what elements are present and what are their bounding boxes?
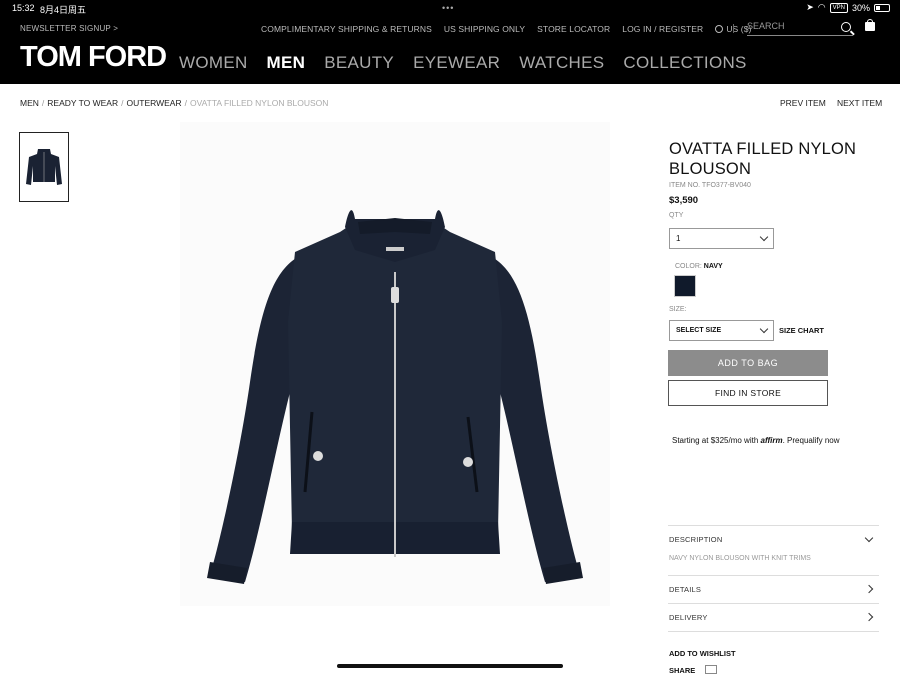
- prev-item-link[interactable]: PREV ITEM: [780, 98, 826, 108]
- size-label: SIZE:: [669, 306, 687, 313]
- wifi-icon: ◠: [817, 2, 826, 12]
- search-input[interactable]: SEARCH: [747, 21, 853, 36]
- description-text: NAVY NYLON BLOUSON WITH KNIT TRIMS: [669, 555, 811, 562]
- shipping-link[interactable]: COMPLIMENTARY SHIPPING & RETURNS: [261, 24, 432, 34]
- home-indicator[interactable]: [337, 664, 563, 668]
- chevron-down-icon: [759, 324, 769, 334]
- status-time: 15:32: [12, 3, 35, 13]
- brand-logo[interactable]: TOM FORD: [20, 41, 167, 74]
- details-toggle[interactable]: DETAILS: [669, 585, 701, 594]
- store-locator-link[interactable]: STORE LOCATOR: [537, 24, 610, 34]
- search-placeholder: SEARCH: [747, 21, 785, 31]
- product-title: OVATTA FILLED NYLON BLOUSON: [669, 140, 857, 178]
- breadcrumb-separator: /: [41, 98, 45, 108]
- shopping-bag-icon[interactable]: [865, 19, 875, 31]
- find-in-store-button[interactable]: FIND IN STORE: [668, 380, 828, 406]
- email-share-icon[interactable]: [705, 665, 717, 674]
- main-nav: WOMEN MEN BEAUTY EYEWEAR WATCHES COLLECT…: [179, 53, 766, 73]
- add-to-wishlist-link[interactable]: ADD TO WISHLIST: [669, 649, 736, 658]
- header-divider: [733, 24, 734, 33]
- size-chart-link[interactable]: SIZE CHART: [779, 326, 824, 335]
- chevron-right-icon[interactable]: [864, 612, 874, 622]
- nav-eyewear[interactable]: EYEWEAR: [413, 53, 500, 73]
- color-swatch-navy[interactable]: [674, 275, 696, 297]
- breadcrumb-current: OVATTA FILLED NYLON BLOUSON: [189, 98, 329, 108]
- item-number: ITEM NO. TFO377-BV040: [669, 182, 751, 189]
- chevron-down-icon: [759, 232, 769, 242]
- breadcrumb-men[interactable]: MEN: [20, 98, 39, 108]
- next-item-link[interactable]: NEXT ITEM: [837, 98, 882, 108]
- color-label-text: COLOR:: [675, 263, 702, 270]
- size-select[interactable]: SELECT SIZE: [669, 320, 774, 341]
- breadcrumb-separator: /: [184, 98, 187, 108]
- utility-nav: COMPLIMENTARY SHIPPING & RETURNS US SHIP…: [261, 24, 763, 34]
- breadcrumb-separator: /: [121, 98, 124, 108]
- color-value: NAVY: [703, 263, 723, 270]
- site-header: NEWSLETTER SIGNUP > COMPLIMENTARY SHIPPI…: [0, 16, 900, 84]
- add-to-bag-button[interactable]: ADD TO BAG: [668, 350, 828, 376]
- jacket-image: [207, 210, 583, 584]
- accordion-divider: [668, 603, 879, 604]
- affirm-suffix: . Prequalify now: [782, 436, 840, 445]
- affirm-logo: affirm: [760, 436, 783, 445]
- status-bar: 15:32 8月4日周五 ••• ➤ ◠ VPN 30%: [0, 0, 900, 16]
- breadcrumb-ready-to-wear[interactable]: READY TO WEAR: [47, 98, 118, 108]
- us-shipping-link[interactable]: US SHIPPING ONLY: [444, 24, 525, 34]
- size-value: SELECT SIZE: [676, 327, 722, 334]
- description-toggle[interactable]: DESCRIPTION: [669, 535, 722, 544]
- status-right: ➤ ◠ VPN 30%: [806, 2, 890, 13]
- newsletter-signup-link[interactable]: NEWSLETTER SIGNUP >: [20, 24, 118, 33]
- breadcrumb: MEN / READY TO WEAR / OUTERWEAR / OVATTA FILLE…: [20, 98, 328, 108]
- login-register-link[interactable]: LOG IN / REGISTER: [622, 24, 703, 34]
- delivery-toggle[interactable]: DELIVERY: [669, 613, 708, 622]
- affirm-financing[interactable]: Starting at $325/mo with affirm. Prequal…: [672, 436, 840, 445]
- status-date: 8月4日周五: [40, 5, 87, 15]
- chevron-down-icon[interactable]: [864, 533, 874, 543]
- breadcrumb-outerwear[interactable]: OUTERWEAR: [127, 98, 182, 108]
- nav-collections[interactable]: COLLECTIONS: [623, 53, 746, 73]
- accordion-divider: [668, 525, 879, 526]
- qty-label: QTY: [669, 212, 684, 219]
- product-thumbnail[interactable]: [19, 132, 69, 202]
- accordion-divider: [668, 575, 879, 576]
- chevron-right-icon[interactable]: [864, 584, 874, 594]
- jacket-thumbnail-image: [26, 149, 62, 185]
- globe-icon: [715, 25, 724, 33]
- vpn-badge: VPN: [829, 2, 848, 13]
- battery-icon: [874, 3, 890, 12]
- nav-watches[interactable]: WATCHES: [519, 53, 604, 73]
- nav-beauty[interactable]: BEAUTY: [324, 53, 394, 73]
- product-price: $3,590: [669, 195, 699, 206]
- qty-value: 1: [676, 234, 681, 243]
- search-icon[interactable]: [841, 22, 851, 32]
- multitasking-dots-icon[interactable]: •••: [442, 3, 454, 13]
- share-label: SHARE: [669, 666, 696, 674]
- qty-select[interactable]: 1: [669, 228, 774, 249]
- nav-men[interactable]: MEN: [267, 53, 306, 73]
- color-label: COLOR: NAVY: [675, 263, 723, 270]
- affirm-prefix: Starting at $325/mo with: [672, 436, 759, 445]
- accordion-divider: [668, 631, 879, 632]
- product-main-image[interactable]: [180, 122, 610, 606]
- nav-women[interactable]: WOMEN: [179, 53, 248, 73]
- battery-percent: 30%: [851, 2, 870, 13]
- location-icon: ➤: [806, 2, 814, 12]
